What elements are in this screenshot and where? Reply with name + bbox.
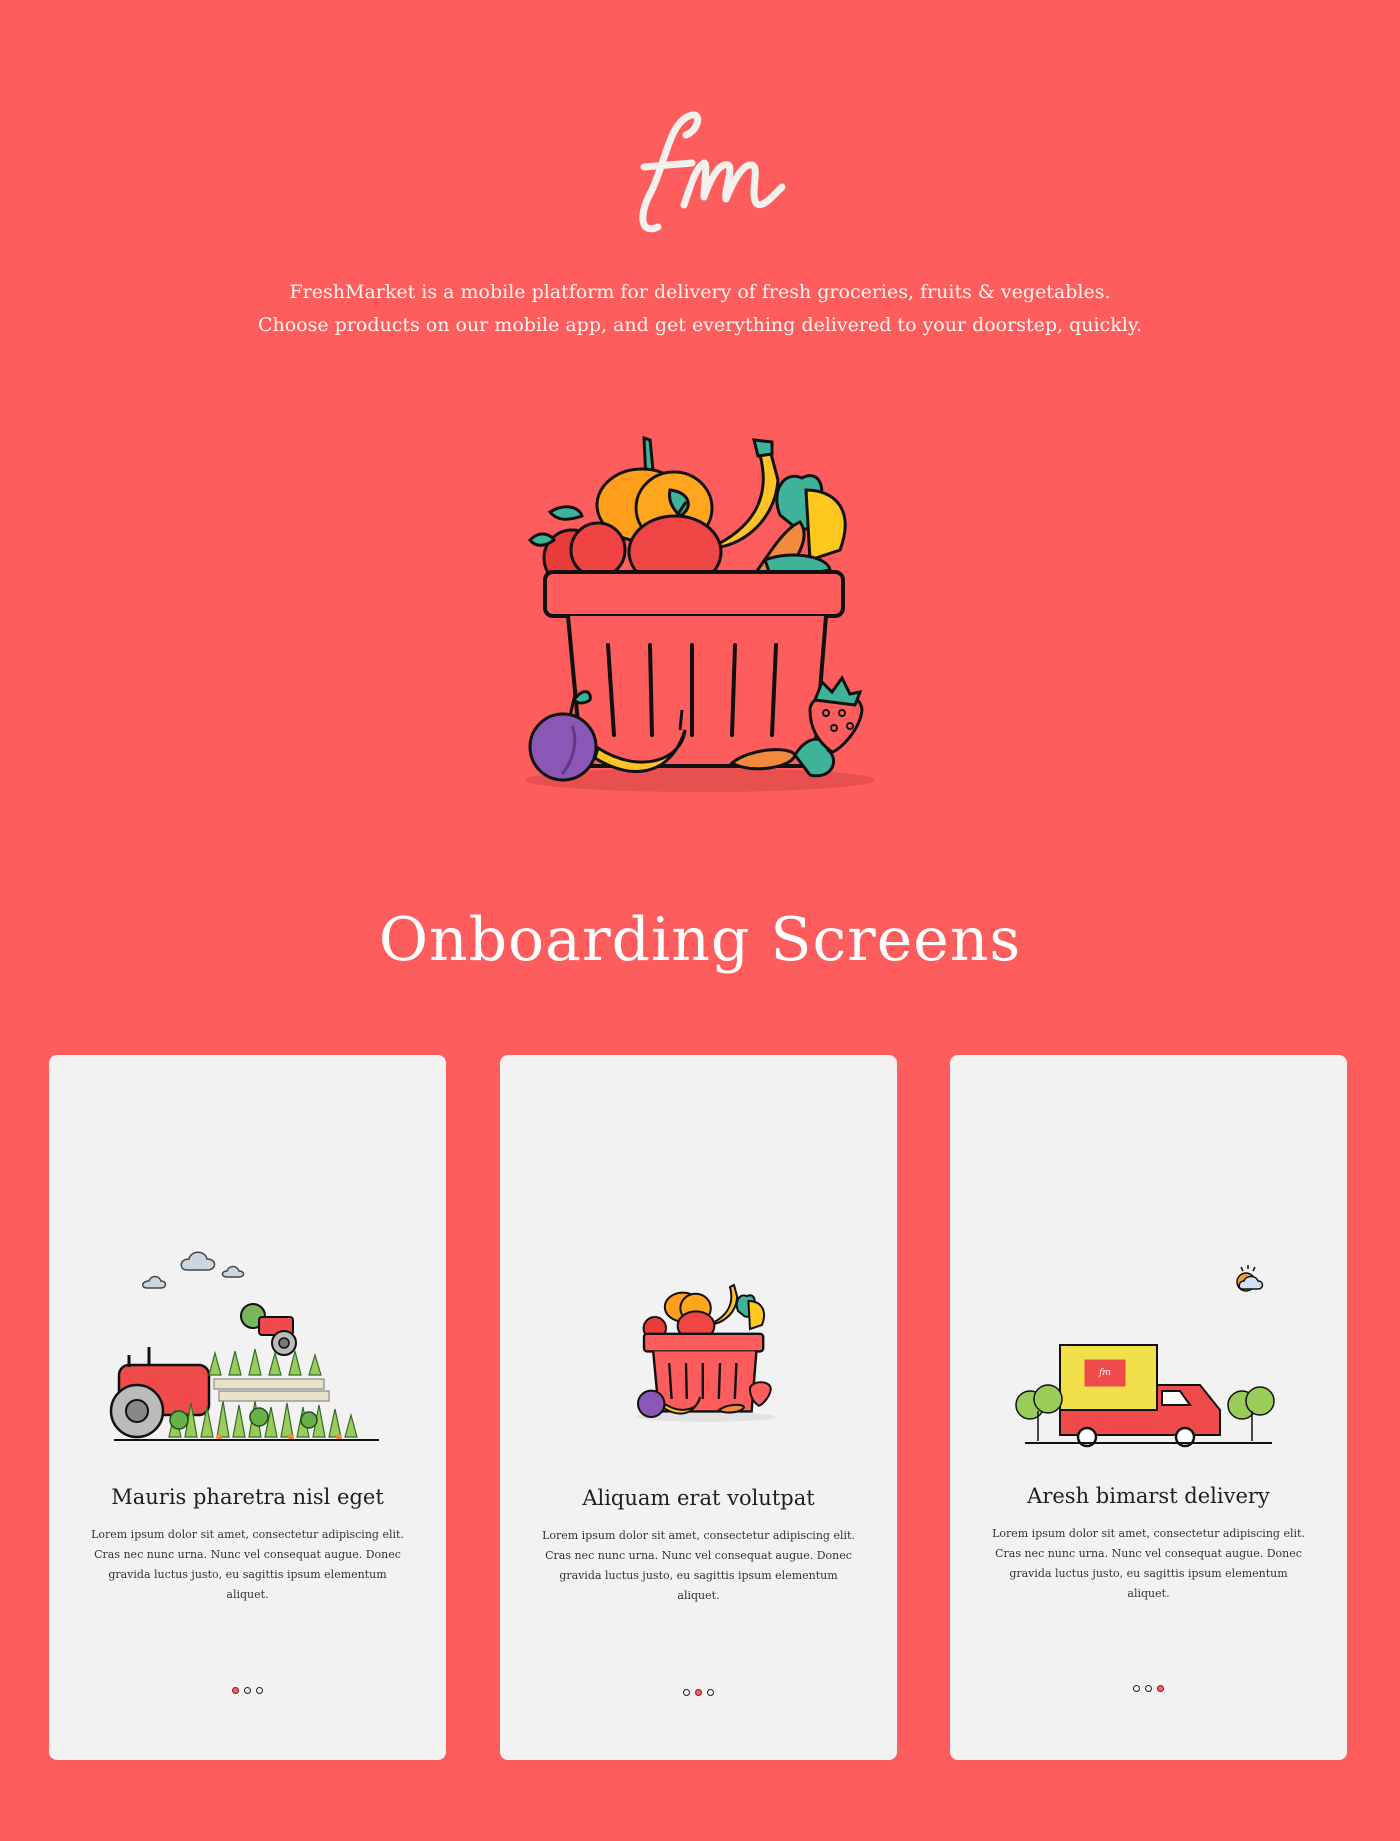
svg-text:fm: fm: [1098, 1368, 1111, 1378]
farm-tractor-icon: [109, 1251, 379, 1441]
intro-line-1: FreshMarket is a mobile platform for del…: [289, 281, 1111, 303]
card-body: Lorem ipsum dolor sit amet, consectetur …: [91, 1528, 404, 1601]
pagination-dot-2[interactable]: [695, 1689, 702, 1696]
onboarding-card-3[interactable]: fm Aresh bimarst delivery Lorem ipsum do…: [950, 1055, 1347, 1760]
pagination-dots[interactable]: [500, 1689, 897, 1696]
pagination-dot-2[interactable]: [1145, 1685, 1152, 1692]
card-title: Aresh bimarst delivery: [1027, 1484, 1270, 1508]
pagination-dot-2[interactable]: [244, 1687, 251, 1694]
intro-line-2: Choose products on our mobile app, and g…: [257, 314, 1143, 336]
card-body: Lorem ipsum dolor sit amet, consectetur …: [542, 1529, 855, 1602]
delivery-truck-icon: fm: [1015, 1265, 1275, 1448]
onboarding-card-1[interactable]: Mauris pharetra nisl eget Lorem ipsum do…: [49, 1055, 446, 1760]
card-body: Lorem ipsum dolor sit amet, consectetur …: [992, 1527, 1305, 1600]
pagination-dot-1[interactable]: [232, 1687, 239, 1694]
card-title: Mauris pharetra nisl eget: [111, 1485, 384, 1509]
pagination-dot-3[interactable]: [256, 1687, 263, 1694]
onboarding-card-2[interactable]: Aliquam erat volutpat Lorem ipsum dolor …: [500, 1055, 897, 1760]
intro-text: FreshMarket is a mobile platform for del…: [200, 276, 1200, 342]
pagination-dot-3[interactable]: [707, 1689, 714, 1696]
section-title: Onboarding Screens: [378, 905, 1022, 975]
grocery-basket-icon: [636, 1283, 776, 1422]
grocery-basket-icon: [525, 435, 875, 792]
pagination-dot-3[interactable]: [1157, 1685, 1164, 1692]
card-title: Aliquam erat volutpat: [582, 1486, 815, 1510]
pagination-dot-1[interactable]: [683, 1689, 690, 1696]
pagination-dots[interactable]: [49, 1687, 446, 1694]
pagination-dots[interactable]: [950, 1685, 1347, 1692]
freshmarket-logo: [639, 111, 786, 233]
pagination-dot-1[interactable]: [1133, 1685, 1140, 1692]
